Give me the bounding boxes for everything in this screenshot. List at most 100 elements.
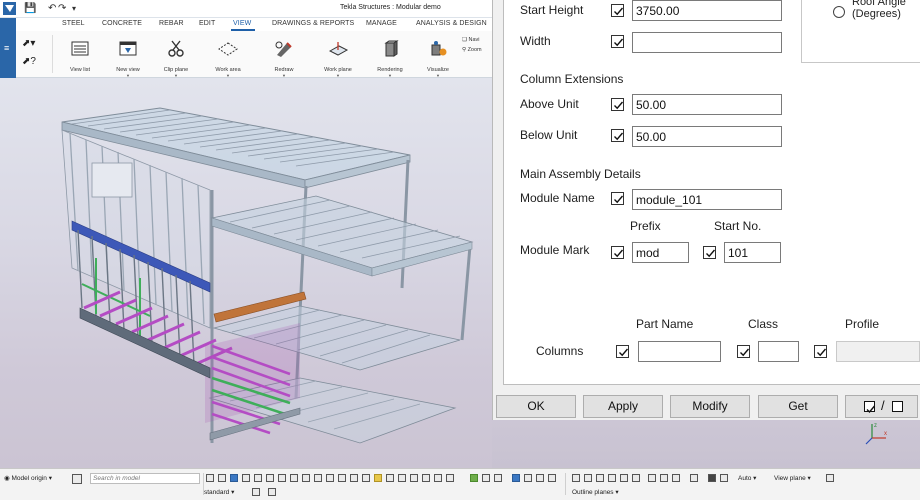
below-unit-input[interactable]: 50.00 xyxy=(632,126,782,147)
toggle-selection-button[interactable]: / xyxy=(845,395,918,418)
snap-any-icon[interactable] xyxy=(720,474,728,482)
snap-perpendicular-icon[interactable] xyxy=(620,474,628,482)
select-reference-icon[interactable] xyxy=(350,474,358,482)
select-lock-icon[interactable] xyxy=(536,474,544,482)
column-profile-input[interactable] xyxy=(836,341,920,362)
module-name-input[interactable]: module_101 xyxy=(632,189,782,210)
column-profile-checkbox[interactable] xyxy=(814,345,827,358)
add-origin-icon[interactable] xyxy=(72,474,82,484)
select-filter-icon[interactable] xyxy=(482,474,490,482)
snap-geometry-icon[interactable] xyxy=(690,474,698,482)
select-group-icon[interactable] xyxy=(470,474,478,482)
search-in-model-input[interactable]: Search in model xyxy=(90,473,200,484)
select-hide-icon[interactable] xyxy=(548,474,556,482)
tab-steel[interactable]: STEEL xyxy=(62,20,85,27)
column-part-name-checkbox[interactable] xyxy=(616,345,629,358)
tab-analysis-design[interactable]: ANALYSIS & DESIGN xyxy=(416,20,487,27)
selection-filter-selector[interactable]: standard ▾ xyxy=(204,488,234,496)
select-task-icon[interactable] xyxy=(422,474,430,482)
column-class-checkbox[interactable] xyxy=(737,345,750,358)
model-view-3d-extension[interactable] xyxy=(492,420,920,468)
tab-view[interactable]: VIEW xyxy=(233,20,251,27)
snap-line-icon[interactable] xyxy=(648,474,656,482)
modify-button[interactable]: Modify xyxy=(670,395,750,418)
start-no-input[interactable]: 101 xyxy=(724,242,781,263)
zoom-tool[interactable]: ⚲ Zoom xyxy=(462,45,492,55)
rendering-button[interactable]: Rendering ▼ xyxy=(368,31,412,78)
select-object-icon[interactable] xyxy=(524,474,532,482)
tab-drawings-reports[interactable]: DRAWINGS & REPORTS xyxy=(272,20,354,27)
column-class-input[interactable] xyxy=(758,341,799,362)
module-name-checkbox[interactable] xyxy=(611,192,624,205)
select-load-icon[interactable] xyxy=(434,474,442,482)
save-icon[interactable]: 💾 xyxy=(24,3,36,15)
model-view-3d[interactable] xyxy=(0,78,492,468)
visualize-button[interactable]: Visualize ▼ xyxy=(416,31,460,78)
select-surface-treatment-icon[interactable] xyxy=(446,474,454,482)
outline-planes-selector[interactable]: Outline planes ▾ xyxy=(572,488,619,496)
side-panel-toggle[interactable]: ≡ xyxy=(0,18,16,78)
select-grid-icon[interactable] xyxy=(290,474,298,482)
column-part-name-input[interactable] xyxy=(638,341,721,362)
redraw-button[interactable]: Redraw ▼ xyxy=(262,31,306,78)
select-plane-icon[interactable] xyxy=(314,474,322,482)
select-weld-icon[interactable] xyxy=(254,474,262,482)
view-list-button[interactable]: View list xyxy=(58,31,102,78)
select-assembly-icon[interactable] xyxy=(326,474,334,482)
navigation-tool[interactable]: ❏ Navi xyxy=(462,35,492,45)
select-help-icon[interactable]: ⬈? xyxy=(22,53,44,71)
select-layer-icon[interactable] xyxy=(494,474,502,482)
snap-nearest-icon[interactable] xyxy=(660,474,668,482)
quick-access-chevron-icon[interactable]: ▾ xyxy=(72,3,76,15)
select-pour-icon[interactable] xyxy=(374,474,382,482)
tab-edit[interactable]: EDIT xyxy=(199,20,215,27)
snap-end-icon[interactable] xyxy=(572,474,580,482)
tab-manage[interactable]: MANAGE xyxy=(366,20,397,27)
select-view-icon[interactable] xyxy=(410,474,418,482)
select-cut-icon[interactable] xyxy=(278,474,286,482)
work-plane-button[interactable]: Work plane ▼ xyxy=(316,31,360,78)
below-unit-checkbox[interactable] xyxy=(611,129,624,142)
start-no-checkbox[interactable] xyxy=(703,246,716,259)
filter-settings-icon[interactable] xyxy=(252,488,260,496)
select-pointer-icon[interactable] xyxy=(206,474,214,482)
select-part-icon[interactable] xyxy=(230,474,238,482)
snap-center-icon[interactable] xyxy=(632,474,640,482)
snap-midpoint-icon[interactable] xyxy=(596,474,604,482)
snap-depth-selector[interactable]: Auto ▾ xyxy=(738,474,756,482)
select-point-icon[interactable] xyxy=(302,474,310,482)
select-component-icon[interactable] xyxy=(218,474,226,482)
prefix-checkbox[interactable] xyxy=(611,246,624,259)
select-rebar-icon[interactable] xyxy=(338,474,346,482)
snap-grid-icon[interactable] xyxy=(826,474,834,482)
menu-icon[interactable]: ≡ xyxy=(4,44,9,53)
start-height-input[interactable]: 3750.00 xyxy=(632,0,782,21)
select-nest-icon[interactable] xyxy=(386,474,394,482)
select-active-icon[interactable] xyxy=(512,474,520,482)
snap-extension-icon[interactable] xyxy=(672,474,680,482)
select-dimension-icon[interactable] xyxy=(362,474,370,482)
above-unit-checkbox[interactable] xyxy=(611,98,624,111)
snap-settings-icon[interactable] xyxy=(268,488,276,496)
undo-icon[interactable]: ↶ xyxy=(48,3,56,15)
snap-point-icon[interactable] xyxy=(584,474,592,482)
work-area-button[interactable]: Work area ▼ xyxy=(206,31,250,78)
get-button[interactable]: Get xyxy=(758,395,838,418)
select-annotation-icon[interactable] xyxy=(398,474,406,482)
ok-button[interactable]: OK xyxy=(496,395,576,418)
roof-angle-radio[interactable] xyxy=(833,6,845,18)
start-height-checkbox[interactable] xyxy=(611,4,624,17)
select-bolt-icon[interactable] xyxy=(266,474,274,482)
width-checkbox[interactable] xyxy=(611,35,624,48)
apply-button[interactable]: Apply xyxy=(583,395,663,418)
snap-reference-icon[interactable] xyxy=(708,474,716,482)
clip-plane-button[interactable]: Clip plane ▼ xyxy=(154,31,198,78)
new-view-button[interactable]: New view ▼ xyxy=(106,31,150,78)
redo-icon[interactable]: ↷ xyxy=(58,3,66,15)
model-origin-selector[interactable]: ◉ Model origin ▾ xyxy=(4,474,52,482)
select-pointer-icon[interactable]: ⬈▾ xyxy=(22,35,44,53)
above-unit-input[interactable]: 50.00 xyxy=(632,94,782,115)
plane-selector[interactable]: View plane ▾ xyxy=(774,474,811,482)
tab-concrete[interactable]: CONCRETE xyxy=(102,20,142,27)
width-input[interactable] xyxy=(632,32,782,53)
